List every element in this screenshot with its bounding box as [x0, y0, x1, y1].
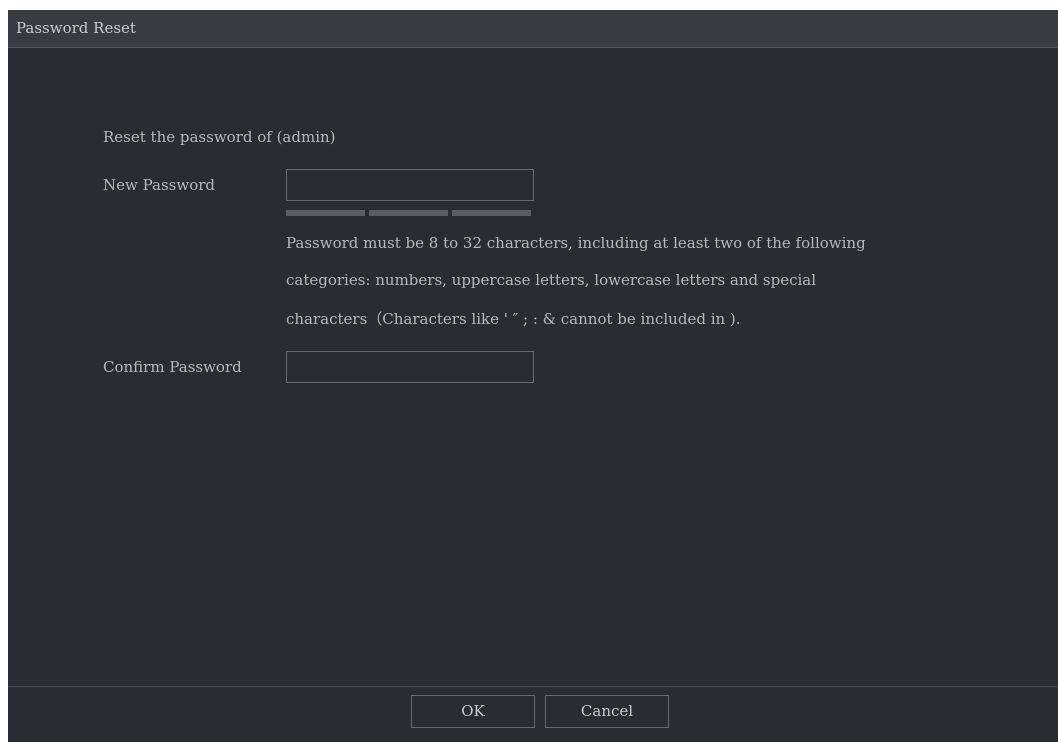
password-hint-line-1: Password must be 8 to 32 characters, inc…: [286, 234, 866, 252]
strength-segment-medium: [369, 210, 448, 216]
reset-account-label: Reset the password of (admin): [103, 128, 336, 146]
password-hint-line-3: characters（Characters like ' ″ ; : & can…: [286, 310, 741, 328]
strength-segment-strong: [452, 210, 531, 216]
password-reset-dialog: Password Reset Reset the password of (ad…: [8, 10, 1058, 742]
new-password-label: New Password: [103, 176, 216, 194]
new-password-field[interactable]: [286, 169, 534, 201]
password-hint-line-2: categories: numbers, uppercase letters, …: [286, 271, 817, 289]
dialog-titlebar: Password Reset: [8, 10, 1058, 48]
cancel-button[interactable]: Cancel: [545, 695, 669, 728]
dialog-title: Password Reset: [16, 19, 136, 37]
ok-button[interactable]: OK: [411, 695, 535, 728]
password-strength-meter: [286, 210, 531, 216]
strength-segment-weak: [286, 210, 365, 216]
confirm-password-field[interactable]: [286, 351, 534, 383]
confirm-password-label: Confirm Password: [103, 358, 242, 376]
